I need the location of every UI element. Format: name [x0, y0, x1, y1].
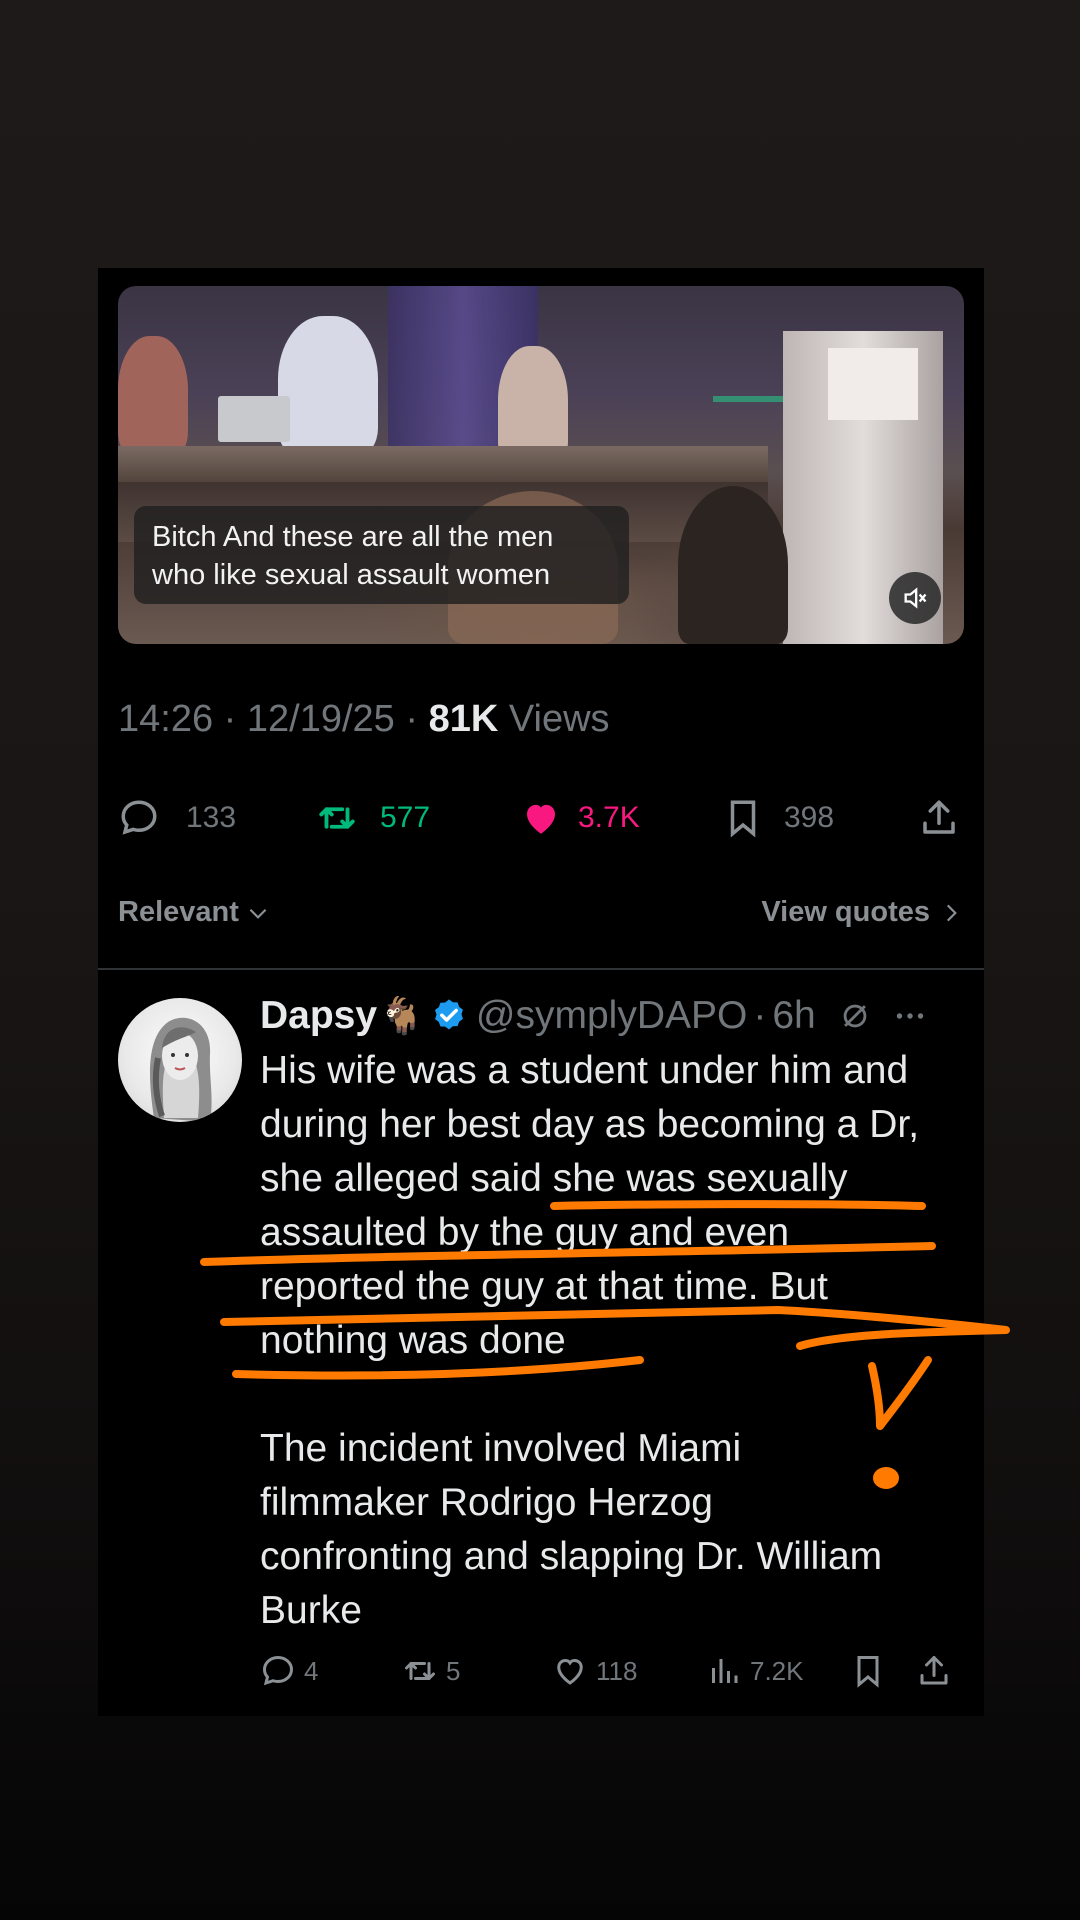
reply-like-count: 118 [596, 1655, 638, 1686]
views-count: 81K [428, 698, 499, 740]
reply-text-line: filmmaker Rodrigo Herzog [260, 1481, 713, 1524]
divider [98, 968, 984, 970]
grok-icon[interactable] [838, 999, 872, 1033]
chevron-down-icon [249, 908, 267, 919]
reply-handle[interactable]: @symplyDAPO [476, 994, 747, 1038]
video-caption: Bitch And these are all the men who like… [134, 506, 629, 604]
tweet-time: 14:26 [118, 698, 214, 740]
reply-share-button[interactable] [916, 1646, 952, 1696]
avatar[interactable] [118, 998, 242, 1122]
verified-badge-icon [434, 999, 463, 1030]
bookmark-button[interactable]: 398 [722, 788, 834, 848]
reply-reply-count: 4 [304, 1655, 319, 1686]
video-table [118, 446, 768, 486]
volume-mute-icon [904, 587, 927, 609]
share-button[interactable] [918, 788, 960, 848]
like-count: 3.7K [578, 801, 640, 834]
replies-filter-row: Relevant View quotes [118, 896, 964, 946]
heart-icon [557, 1658, 583, 1685]
tweet-date: 12/19/25 [246, 698, 395, 740]
like-button[interactable]: 3.7K [520, 788, 640, 848]
reply-age: 6h [772, 994, 816, 1037]
video-person-1 [118, 336, 188, 456]
reply-text: His wife was a student under him and dur… [260, 1044, 960, 1638]
reply-repost-button[interactable]: 5 [402, 1646, 460, 1696]
repost-icon [319, 807, 355, 829]
reply-count: 133 [186, 801, 237, 834]
reply-text-line: she alleged said she was sexually [260, 1157, 848, 1200]
reply-dot: · [753, 994, 767, 1037]
reply-repost-count: 5 [446, 1655, 461, 1686]
repost-button[interactable]: 577 [316, 788, 430, 848]
video-audience-head [678, 486, 788, 644]
repost-count: 577 [380, 801, 431, 834]
mute-button[interactable] [889, 572, 941, 624]
sort-label: Relevant [118, 896, 239, 928]
video-caption-line-2: who like sexual assault women [152, 559, 551, 591]
bookmark-count: 398 [784, 801, 835, 834]
reply-text-line: nothing was done [260, 1319, 566, 1362]
reply-icon [262, 1655, 294, 1686]
reply-button[interactable]: 133 [118, 788, 236, 848]
analytics-icon [712, 1659, 738, 1683]
repost-icon [405, 1662, 435, 1680]
tweet-actions: 133 577 3.7K 398 [118, 788, 964, 848]
more-options-icon[interactable] [892, 998, 928, 1034]
avatar-portrait [149, 1017, 212, 1122]
reply-views-button[interactable]: 7.2K [706, 1646, 804, 1696]
reply-display-name[interactable]: Dapsy [260, 994, 377, 1038]
reply-icon [121, 800, 157, 835]
reply-text-line: assaulted by the guy and even [260, 1211, 790, 1254]
views-label: Views [498, 698, 610, 740]
bookmark-icon [730, 800, 756, 838]
meta-separator: · [213, 698, 247, 740]
view-quotes-label: View quotes [761, 896, 930, 928]
reply-bookmark-button[interactable] [850, 1646, 886, 1696]
video-laptop [218, 396, 290, 442]
share-icon [923, 800, 955, 834]
reply-text-line: during her best day as becoming a Dr, [260, 1103, 920, 1146]
tweet-meta: 14:26 · 12/19/25 · 81K Views [118, 698, 610, 741]
goat-emoji: 🐐 [379, 995, 424, 1036]
reply-reply-button[interactable]: 4 [260, 1646, 318, 1696]
chevron-right-icon [946, 904, 957, 921]
tweet-card: Bitch And these are all the men who like… [98, 268, 984, 1716]
reply-header: Dapsy 🐐 @symplyDAPO · 6h [260, 988, 928, 1044]
reply-text-line: Burke [260, 1589, 362, 1632]
reply-actions: 4 5 118 7.2K [260, 1646, 960, 1696]
video-podium-plate [828, 348, 918, 420]
video-person-2 [278, 316, 378, 456]
bookmark-icon [857, 1656, 879, 1688]
view-quotes-link[interactable]: View quotes [761, 896, 964, 929]
reply-like-button[interactable]: 118 [552, 1646, 637, 1696]
video-caption-line-1: Bitch And these are all the men [152, 521, 554, 553]
reply-text-line: The incident involved Miami [260, 1427, 742, 1470]
meta-separator: · [394, 698, 429, 740]
heart-filled-icon [527, 804, 555, 834]
reply-text-line: reported the guy at that time. But [260, 1265, 828, 1308]
video-player[interactable]: Bitch And these are all the men who like… [118, 286, 964, 644]
reply-view-count: 7.2K [750, 1655, 804, 1686]
share-icon [920, 1656, 948, 1685]
sort-dropdown[interactable]: Relevant [118, 896, 271, 929]
reply-text-line: confronting and slapping Dr. William [260, 1535, 883, 1578]
reply-text-line: His wife was a student under him and [260, 1049, 909, 1092]
